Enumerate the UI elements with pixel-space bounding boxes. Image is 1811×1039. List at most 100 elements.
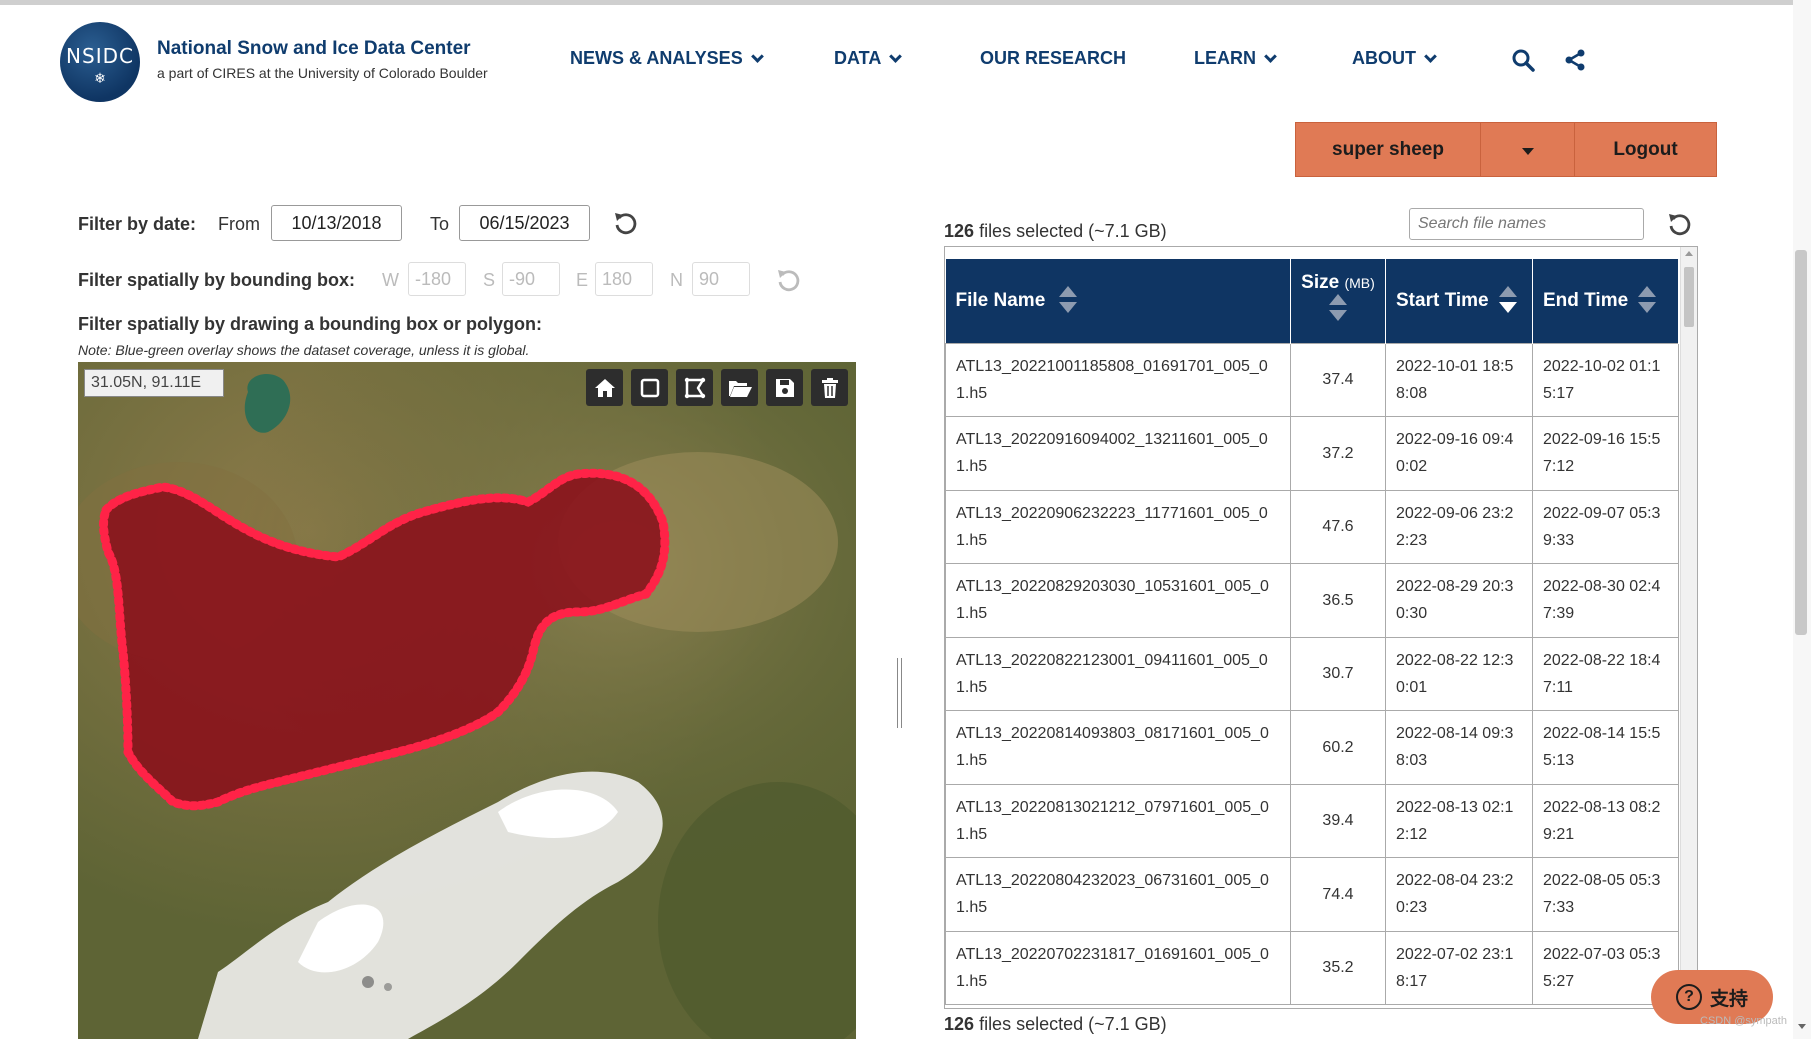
logout-button[interactable]: Logout: [1575, 123, 1716, 176]
from-date-input[interactable]: 10/13/2018: [271, 205, 402, 241]
scroll-down-arrow-icon[interactable]: [1798, 1024, 1806, 1029]
map-view[interactable]: [78, 362, 856, 1039]
files-summary: files selected (~7.1 GB): [979, 221, 1167, 241]
cell-start-time: 2022-07-02 23:18:17: [1385, 930, 1533, 1005]
table-row[interactable]: ATL13_20220916094002_13211601_005_01.h5 …: [945, 416, 1679, 491]
search-icon[interactable]: [1511, 48, 1535, 72]
table-scrollbar[interactable]: [1680, 247, 1697, 1008]
nav-news-analyses[interactable]: NEWS & ANALYSES: [570, 48, 764, 69]
cell-size: 35.2: [1290, 930, 1386, 1005]
nav-our-research[interactable]: OUR RESEARCH: [980, 48, 1126, 69]
bbox-filter-label: Filter spatially by bounding box:: [78, 270, 356, 290]
cell-start-time: 2022-08-13 02:12:12: [1385, 783, 1533, 858]
top-border: [0, 0, 1811, 5]
nav-label: LEARN: [1194, 48, 1256, 68]
trash-icon[interactable]: [811, 369, 848, 406]
col-start-time[interactable]: Start Time: [1385, 259, 1533, 343]
map-toolbar: [586, 369, 848, 406]
bbox-east-input[interactable]: 180: [595, 262, 653, 296]
date-filter-label: Filter by date:: [78, 214, 197, 234]
col-size[interactable]: Size (MB): [1290, 259, 1386, 343]
cell-file-name: ATL13_20220829203030_10531601_005_01.h5: [945, 563, 1291, 638]
cell-size: 37.4: [1290, 342, 1386, 417]
chevron-down-icon: [1424, 49, 1437, 63]
cell-size: 74.4: [1290, 857, 1386, 932]
cell-file-name: ATL13_20220814093803_08171601_005_01.h5: [945, 710, 1291, 785]
cell-end-time: 2022-09-16 15:57:12: [1532, 416, 1679, 491]
bbox-west-input[interactable]: -180: [408, 262, 466, 296]
bbox-s-label: S: [483, 270, 496, 290]
column-header-label: Size: [1301, 271, 1340, 293]
sort-icon[interactable]: [1059, 285, 1078, 316]
cell-end-time: 2022-10-02 01:15:17: [1532, 342, 1679, 417]
nav-learn[interactable]: LEARN: [1194, 48, 1277, 69]
help-icon: ?: [1675, 984, 1702, 1010]
bbox-south-input[interactable]: -90: [502, 262, 560, 296]
org-name[interactable]: National Snow and Ice Data Center: [157, 38, 471, 60]
bbox-north-input[interactable]: 90: [692, 262, 750, 296]
snowflake-icon: ❄: [94, 69, 106, 86]
nav-label: OUR RESEARCH: [980, 48, 1127, 68]
column-header-label: File Name: [955, 289, 1046, 311]
sort-icon[interactable]: [1329, 293, 1347, 324]
reset-search-icon[interactable]: [1666, 210, 1694, 238]
watermark: CSDN @sympath: [1700, 1015, 1787, 1027]
cell-file-name: ATL13_20220813021212_07971601_005_01.h5: [945, 783, 1291, 858]
column-unit-label: (MB): [1344, 274, 1375, 291]
sort-icon[interactable]: [1638, 285, 1657, 316]
cell-end-time: 2022-09-07 05:39:33: [1532, 489, 1679, 564]
files-table-container[interactable]: File Name Size (MB) Start Time End Time …: [944, 246, 1698, 1009]
col-file-name[interactable]: File Name: [945, 259, 1291, 343]
cell-start-time: 2022-09-16 09:40:02: [1385, 416, 1533, 491]
table-header-row: File Name Size (MB) Start Time End Time: [945, 259, 1679, 343]
search-file-input[interactable]: Search file names: [1409, 208, 1644, 240]
user-menu-dropdown[interactable]: [1481, 123, 1575, 176]
page-scrollbar[interactable]: [1793, 0, 1811, 1039]
logo-text: NSIDC: [66, 43, 134, 68]
cell-file-name: ATL13_20220822123001_09411601_005_01.h5: [945, 636, 1291, 711]
rectangle-icon[interactable]: [631, 369, 668, 406]
files-selected-bottom: 126 files selected (~7.1 GB): [944, 1014, 1167, 1035]
column-header-label: End Time: [1543, 289, 1629, 311]
table-row[interactable]: ATL13_20220814093803_08171601_005_01.h5 …: [945, 710, 1679, 785]
cell-file-name: ATL13_20220702231817_01691601_005_01.h5: [945, 930, 1291, 1005]
coverage-note: Note: Blue-green overlay shows the datas…: [78, 342, 530, 358]
polygon-icon[interactable]: [676, 369, 713, 406]
caret-down-icon: [1521, 148, 1534, 155]
cell-size: 39.4: [1290, 783, 1386, 858]
column-header-label: Start Time: [1396, 289, 1489, 311]
table-row[interactable]: ATL13_20220702231817_01691601_005_01.h5 …: [945, 930, 1679, 1005]
table-row[interactable]: ATL13_20220804232023_06731601_005_01.h5 …: [945, 857, 1679, 932]
to-label: To: [430, 214, 450, 234]
cell-size: 36.5: [1290, 563, 1386, 638]
table-row[interactable]: ATL13_20220813021212_07971601_005_01.h5 …: [945, 783, 1679, 858]
files-selected-top: 126 files selected (~7.1 GB): [944, 221, 1167, 242]
sort-desc-icon[interactable]: [1498, 285, 1517, 316]
table-row[interactable]: ATL13_20220906232223_11771601_005_01.h5 …: [945, 489, 1679, 564]
nav-about[interactable]: ABOUT: [1352, 48, 1437, 69]
share-icon[interactable]: [1563, 48, 1587, 72]
page-scroll-thumb[interactable]: [1795, 250, 1807, 635]
coordinate-readout: 31.05N, 91.11E: [84, 369, 224, 397]
home-icon[interactable]: [586, 369, 623, 406]
user-name-button[interactable]: super sheep: [1296, 123, 1481, 176]
save-icon[interactable]: [766, 369, 803, 406]
cell-file-name: ATL13_20220804232023_06731601_005_01.h5: [945, 857, 1291, 932]
table-row[interactable]: ATL13_20220829203030_10531601_005_01.h5 …: [945, 563, 1679, 638]
nav-data[interactable]: DATA: [834, 48, 903, 69]
nsidc-logo[interactable]: NSIDC ❄: [60, 22, 140, 102]
reset-bbox-icon[interactable]: [775, 266, 803, 294]
bbox-e-label: E: [576, 270, 589, 290]
cell-size: 60.2: [1290, 710, 1386, 785]
pane-resize-handle[interactable]: [897, 658, 902, 728]
to-date-input[interactable]: 06/15/2023: [459, 205, 590, 241]
map-imagery: [78, 362, 856, 1039]
table-scroll-thumb[interactable]: [1684, 267, 1694, 327]
folder-open-icon[interactable]: [721, 369, 758, 406]
col-end-time[interactable]: End Time: [1532, 259, 1679, 343]
table-row[interactable]: ATL13_20220822123001_09411601_005_01.h5 …: [945, 636, 1679, 711]
scroll-up-arrow-icon[interactable]: [1685, 251, 1693, 256]
reset-date-icon[interactable]: [612, 209, 640, 237]
table-row[interactable]: ATL13_20221001185808_01691701_005_01.h5 …: [945, 342, 1679, 417]
bbox-w-label: W: [382, 270, 399, 290]
